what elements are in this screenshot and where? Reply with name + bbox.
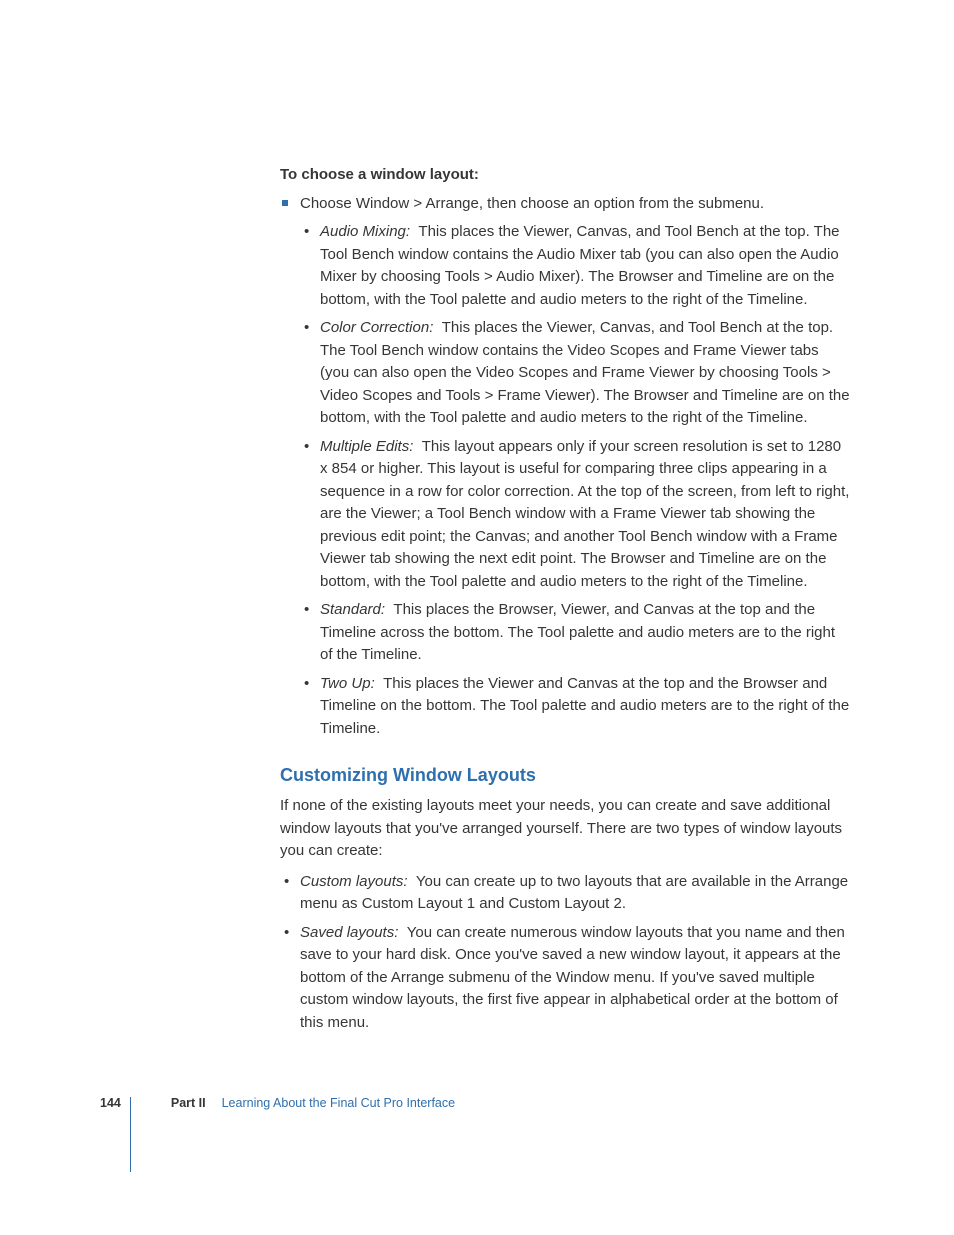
term: Standard — [320, 601, 393, 618]
section-heading: Customizing Window Layouts — [280, 762, 850, 789]
sub-bullet-list: Audio MixingThis places the Viewer, Canv… — [300, 221, 850, 740]
term: Audio Mixing — [320, 223, 418, 240]
intro-paragraph: If none of the existing layouts meet you… — [280, 795, 850, 863]
term: Saved layouts — [300, 924, 407, 941]
layout-types-list: Custom layoutsYou can create up to two l… — [280, 871, 850, 1035]
list-item: Audio MixingThis places the Viewer, Canv… — [300, 221, 850, 311]
term: Custom layouts — [300, 873, 416, 890]
body-text: This places the Viewer and Canvas at the… — [320, 675, 849, 737]
body-text: This layout appears only if your screen … — [320, 438, 849, 590]
list-item: Color CorrectionThis places the Viewer, … — [300, 317, 850, 430]
page: To choose a window layout: Choose Window… — [0, 0, 954, 1235]
square-bullet-list: Choose Window > Arrange, then choose an … — [280, 193, 850, 741]
body-text: This places the Browser, Viewer, and Can… — [320, 601, 835, 663]
list-item: Custom layoutsYou can create up to two l… — [280, 871, 850, 916]
term: Color Correction — [320, 319, 442, 336]
list-item: StandardThis places the Browser, Viewer,… — [300, 599, 850, 667]
term: Multiple Edits — [320, 438, 422, 455]
part-label: Part II — [171, 1094, 206, 1113]
list-item: Multiple EditsThis layout appears only i… — [300, 436, 850, 594]
page-number: 144 — [100, 1094, 121, 1113]
footer-part-wrap: Part II Learning About the Final Cut Pro… — [171, 1094, 455, 1113]
list-item: Saved layoutsYou can create numerous win… — [280, 922, 850, 1035]
page-footer: 144 Part II Learning About the Final Cut… — [100, 1094, 455, 1113]
instruction-heading: To choose a window layout: — [280, 164, 850, 187]
list-item-text: Choose Window > Arrange, then choose an … — [300, 195, 764, 212]
list-item: Two UpThis places the Viewer and Canvas … — [300, 673, 850, 741]
term: Two Up — [320, 675, 383, 692]
footer-title: Learning About the Final Cut Pro Interfa… — [222, 1094, 455, 1113]
content-block: To choose a window layout: Choose Window… — [280, 164, 850, 1034]
list-item: Choose Window > Arrange, then choose an … — [280, 193, 850, 741]
